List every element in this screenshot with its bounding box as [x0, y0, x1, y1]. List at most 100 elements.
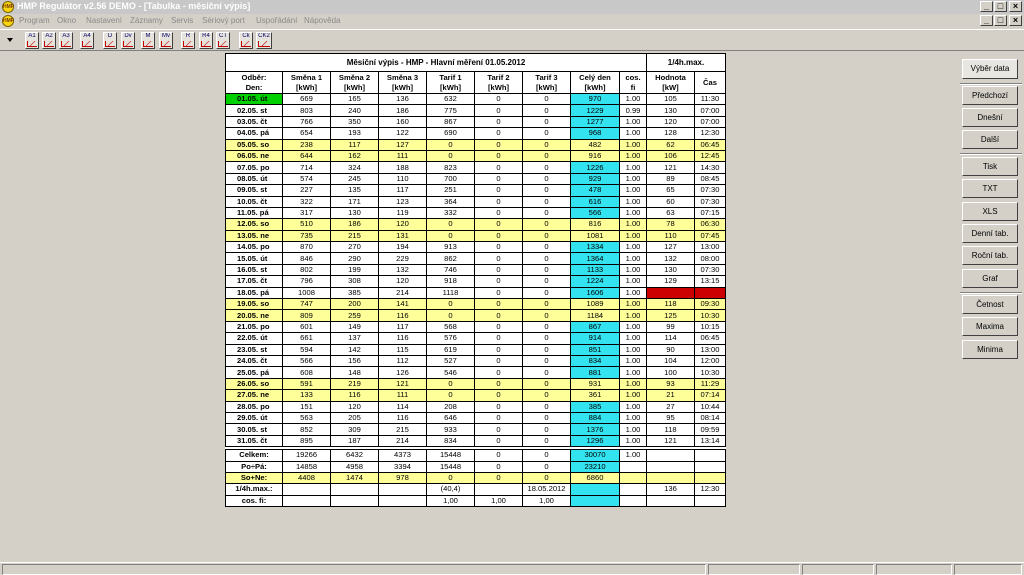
cell-cas: 07:14 — [694, 389, 726, 402]
cell-cely-den: 884 — [570, 411, 620, 425]
total-hodnota — [646, 449, 695, 462]
day-row: 26.05. so 591 219 121 0 0 0 931 1.00 93 11:29 — [225, 377, 726, 391]
tb-a4-button[interactable]: A4 — [80, 32, 94, 49]
menu-usporadani[interactable]: Uspořádání — [256, 16, 297, 25]
txt-button[interactable]: TXT — [962, 179, 1018, 198]
header-smena2: Směna 2 [kWh] — [330, 71, 379, 94]
rocni-tab-button[interactable]: Roční tab. — [962, 246, 1018, 265]
maximize-button[interactable]: □ — [994, 1, 1007, 12]
cell-day: 16.05. st — [225, 263, 283, 277]
cell-cos-fi: 1.00 — [619, 320, 647, 334]
cell-tarif3: 0 — [522, 92, 571, 106]
cell-tarif2: 0 — [474, 343, 523, 357]
xls-button[interactable]: XLS — [962, 202, 1018, 221]
menu-program[interactable]: Program — [19, 16, 50, 25]
menu-nastaveni[interactable]: Nastavení — [86, 16, 122, 25]
child-restore-button[interactable]: □ — [994, 15, 1007, 26]
maxima-button[interactable]: Maxima — [962, 317, 1018, 336]
minima-button[interactable]: Minima — [962, 340, 1018, 359]
cell-smena2: 171 — [330, 195, 379, 208]
tb-a2-button[interactable]: A2 — [42, 32, 56, 49]
cell-tarif3: 0 — [522, 423, 571, 436]
tb-mv-button[interactable]: Mv — [159, 32, 173, 49]
cell-tarif3: 0 — [522, 320, 571, 334]
total-hodnota — [646, 460, 695, 473]
cell-tarif1: 332 — [426, 206, 475, 220]
total-tarif3: 1,00 — [522, 494, 571, 508]
cell-hodnota: 99 — [646, 320, 695, 334]
menu-seriovy-port[interactable]: Sériový port — [202, 16, 245, 25]
cell-tarif3: 0 — [522, 400, 571, 413]
cell-smena2: 350 — [330, 115, 379, 129]
cell-cos-fi: 1.00 — [619, 309, 647, 322]
menu-zaznamy[interactable]: Záznamy — [130, 16, 163, 25]
header-smena3: Směna 3 [kWh] — [378, 71, 427, 94]
total-tarif2: 0 — [474, 471, 523, 485]
cell-smena1: 563 — [282, 411, 331, 425]
tb-d-button[interactable]: D — [103, 32, 117, 49]
cell-smena1: 133 — [282, 389, 331, 402]
tb-a3-button[interactable]: A3 — [59, 32, 73, 49]
dropdown-arrow-icon[interactable] — [7, 38, 13, 42]
child-close-button[interactable]: × — [1009, 15, 1022, 26]
total-day: Po÷Pá: — [225, 460, 283, 473]
cell-smena2: 240 — [330, 104, 379, 117]
cell-hodnota: 125 — [646, 309, 695, 322]
header-cas: Čas — [694, 71, 726, 94]
cell-smena3: 229 — [378, 252, 427, 265]
header-cely-den: Celý den [kWh] — [570, 71, 620, 94]
menu-okno[interactable]: Okno — [57, 16, 76, 25]
tb-dv-button[interactable]: Dv — [121, 32, 135, 49]
cell-smena2: 142 — [330, 343, 379, 357]
cell-tarif1: 0 — [426, 218, 475, 231]
cell-cely-den: 1296 — [570, 434, 620, 448]
menu-servis[interactable]: Servis — [171, 16, 193, 25]
day-row: 16.05. st 802 199 132 746 0 0 1133 1.00 130 07:30 — [225, 263, 726, 277]
cell-hodnota: 90 — [646, 343, 695, 357]
max-section-title: 1/4h.max. — [646, 53, 726, 72]
close-button[interactable]: × — [1009, 1, 1022, 12]
cell-smena3: 116 — [378, 411, 427, 425]
child-minimize-button[interactable]: _ — [980, 15, 993, 26]
cell-cas: 08:45 — [694, 172, 726, 186]
tisk-button[interactable]: Tisk — [962, 157, 1018, 176]
cell-tarif1: 568 — [426, 320, 475, 334]
cell-tarif3: 0 — [522, 389, 571, 402]
total-tarif2: 0 — [474, 449, 523, 462]
cell-smena1: 510 — [282, 218, 331, 231]
tb-m-button[interactable]: M — [141, 32, 155, 49]
cell-tarif1: 867 — [426, 115, 475, 129]
separator — [960, 83, 1022, 85]
header-row: Odběr: Den: Směna 1 [kWh] Směna 2 [kWh] Smě… — [225, 71, 726, 94]
cell-cas: 06:45 — [694, 138, 726, 151]
tb-r4-button[interactable]: R4 — [199, 32, 213, 49]
menu-napoveda[interactable]: Nápověda — [304, 16, 340, 25]
tb-ck-button[interactable]: Ck — [239, 32, 253, 49]
cell-smena2: 116 — [330, 389, 379, 402]
dalsi-button[interactable]: Další — [962, 130, 1018, 149]
total-cas — [694, 449, 726, 462]
denni-tab-button[interactable]: Denní tab. — [962, 224, 1018, 243]
cell-cos-fi: 1.00 — [619, 115, 647, 129]
vyber-data-button[interactable]: Výběr data — [962, 59, 1018, 79]
cell-day: 14.05. po — [225, 241, 283, 254]
predchozi-button[interactable]: Předchozí — [962, 86, 1018, 105]
cell-hodnota: 129 — [646, 275, 695, 288]
cell-smena3: 186 — [378, 104, 427, 117]
cell-tarif2: 0 — [474, 241, 523, 254]
tb-ck2-button[interactable]: CK2 — [256, 32, 272, 49]
minimize-button[interactable]: _ — [980, 1, 993, 12]
dnesni-button[interactable]: Dnešní — [962, 108, 1018, 127]
cell-cos-fi: 1.00 — [619, 195, 647, 208]
cell-cos-fi: 1.00 — [619, 275, 647, 288]
tb-ct-button[interactable]: CT — [216, 32, 230, 49]
day-row: 04.05. pá 654 193 122 690 0 0 968 1.00 128 12:30 — [225, 127, 726, 140]
tb-a1-button[interactable]: A1 — [25, 32, 39, 49]
total-smena2 — [330, 494, 379, 508]
cell-cas: 13:00 — [694, 241, 726, 254]
cetnost-button[interactable]: Četnost — [962, 295, 1018, 314]
cell-cos-fi: 1.00 — [619, 218, 647, 231]
tb-r-button[interactable]: R — [181, 32, 195, 49]
graf-button[interactable]: Graf — [962, 269, 1018, 288]
day-row: 29.05. út 563 205 116 646 0 0 884 1.00 95 08:14 — [225, 411, 726, 425]
